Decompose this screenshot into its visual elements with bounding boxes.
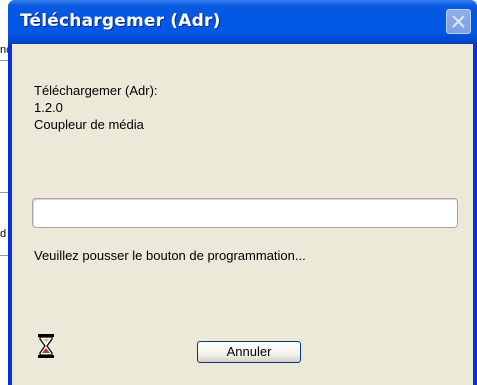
downloader-dialog: Téléchargemer (Adr) Téléchargemer (Adr):… (8, 0, 477, 385)
close-button[interactable] (446, 9, 471, 34)
dialog-body: Téléchargemer (Adr): 1.2.0 Coupleur de m… (12, 44, 473, 385)
hourglass-icon (38, 334, 54, 358)
version-label: 1.2.0 (34, 100, 63, 115)
title-bar[interactable]: Téléchargemer (Adr) (8, 0, 477, 44)
device-name-label: Téléchargemer (Adr): (34, 83, 158, 98)
device-info: Téléchargemer (Adr): 1.2.0 Coupleur de m… (34, 82, 158, 133)
window-title: Téléchargemer (Adr) (20, 11, 221, 31)
progress-bar (32, 198, 458, 228)
close-icon (452, 15, 465, 28)
status-message: Veuillez pousser le bouton de programmat… (34, 248, 306, 263)
window-frame-right (473, 44, 477, 385)
device-description-label: Coupleur de média (34, 117, 144, 132)
cancel-button[interactable]: Annuler (197, 341, 301, 363)
